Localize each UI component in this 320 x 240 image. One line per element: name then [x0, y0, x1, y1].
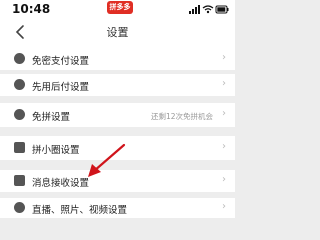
red-arrow-icon: [88, 143, 126, 177]
